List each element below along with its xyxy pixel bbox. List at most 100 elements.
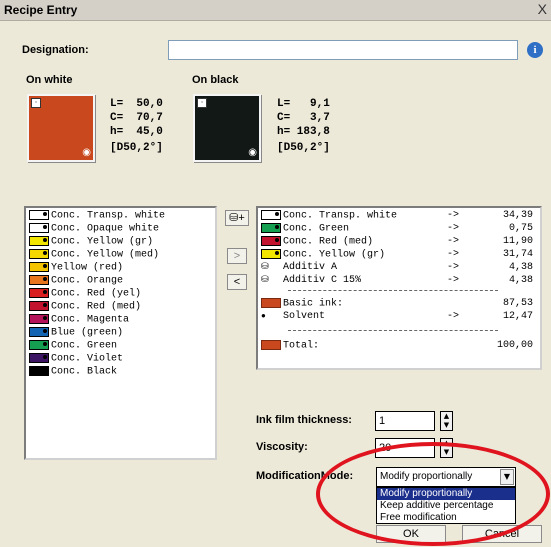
designation-input[interactable] <box>168 40 518 60</box>
color-chip-icon <box>261 340 281 350</box>
on-white-label: On white <box>26 74 73 86</box>
dot-icon <box>43 303 47 307</box>
list-item-label: Conc. Transp. white <box>51 210 166 222</box>
dot-icon <box>43 251 47 255</box>
list-item[interactable]: Blue (green) <box>29 327 123 340</box>
list-item[interactable]: Conc. Violet <box>29 353 123 366</box>
list-item[interactable]: Yellow (red) <box>29 262 123 275</box>
list-item[interactable]: Conc. Orange <box>29 275 123 288</box>
on-black-illuminant: [D50,2°] <box>277 142 330 154</box>
list-item[interactable]: Conc. Red (med) <box>29 301 141 314</box>
modification-mode-dropdown[interactable]: Modify proportionally Keep additive perce… <box>376 487 516 524</box>
component-value: 34,39 <box>502 210 533 221</box>
solvent-row[interactable]: ● Solvent -> 12,47 <box>261 311 539 324</box>
dot-icon <box>43 368 47 372</box>
color-chip-icon <box>261 298 281 308</box>
component-value: 4,38 <box>508 262 533 273</box>
list-item-label: Conc. Black <box>51 366 118 378</box>
close-icon[interactable]: X <box>538 1 547 17</box>
on-black-L: L= 9,1 <box>277 98 330 110</box>
arrow-label: -> <box>447 223 460 234</box>
plus-label: + <box>238 212 245 224</box>
recipe-components-list[interactable]: Conc. Transp. white -> 34,39 Conc. Green -> 0… <box>256 206 542 370</box>
dot-icon <box>43 355 47 359</box>
add-additive-button[interactable]: ⛁+ <box>225 210 249 226</box>
ink-film-label: Ink film thickness: <box>256 414 352 426</box>
can-icon: ⛁ <box>229 212 239 224</box>
ok-button[interactable]: OK <box>376 525 446 543</box>
recipe-item[interactable]: Conc. Transp. white -> 34,39 <box>261 210 539 223</box>
color-chip-icon <box>29 210 49 220</box>
dropdown-option[interactable]: Modify proportionally <box>377 488 515 500</box>
total-label: Total: <box>283 340 320 352</box>
color-chip-icon <box>29 301 49 311</box>
info-icon[interactable]: i <box>527 42 543 58</box>
color-chip-icon <box>29 366 49 376</box>
on-white-swatch: · ◉ <box>27 94 95 162</box>
arrow-label: -> <box>447 275 460 286</box>
color-chip-icon <box>29 275 49 285</box>
ink-film-input[interactable]: 1 <box>375 411 435 431</box>
list-item[interactable]: Conc. Magenta <box>29 314 129 327</box>
solvent-label: Solvent <box>283 311 326 322</box>
modification-mode-value: Modify proportionally <box>380 471 473 482</box>
component-value: 11,90 <box>502 236 533 247</box>
total-row: Total: 100,00 <box>261 340 539 353</box>
basic-ink-label: Basic ink: <box>283 298 344 310</box>
component-label: Conc. Transp. white <box>283 210 398 222</box>
component-value: 0,75 <box>508 223 533 234</box>
dot-icon <box>43 342 47 346</box>
solvent-value: 12,47 <box>502 311 533 322</box>
dropdown-option[interactable]: Keep additive percentage <box>377 500 515 512</box>
list-item[interactable]: Conc. Black <box>29 366 117 379</box>
window-title: Recipe Entry <box>4 3 78 17</box>
component-value: 31,74 <box>502 249 533 260</box>
list-item[interactable]: Conc. Green <box>29 340 117 353</box>
viscosity-label: Viscosity: <box>256 441 308 453</box>
viscosity-input[interactable]: 20 <box>375 438 435 458</box>
color-chip-icon <box>29 236 49 246</box>
chevron-down-icon[interactable]: ▼ <box>500 469 514 485</box>
recipe-item[interactable]: Conc. Green -> 0,75 <box>261 223 539 236</box>
color-chip-icon <box>261 249 281 259</box>
arrow-label: -> <box>447 249 460 260</box>
dot-icon <box>43 238 47 242</box>
available-components-list[interactable]: Conc. Transp. white Conc. Opaque white Con… <box>24 206 217 460</box>
list-item[interactable]: Conc. Red (yel) <box>29 288 141 301</box>
recipe-item[interactable]: Conc. Yellow (gr) -> 31,74 <box>261 249 539 262</box>
dot-icon <box>43 329 47 333</box>
list-item-label: Conc. Opaque white <box>51 223 160 235</box>
color-chip-icon <box>261 236 281 246</box>
list-item[interactable]: Conc. Yellow (gr) <box>29 236 153 249</box>
target-icon: · <box>197 98 207 108</box>
component-label: Additiv C 15% <box>283 275 362 286</box>
list-item[interactable]: Conc. Opaque white <box>29 223 159 236</box>
dropdown-option[interactable]: Free modification <box>377 512 515 524</box>
list-item-label: Conc. Violet <box>51 353 124 365</box>
on-black-C: C= 3,7 <box>277 112 330 124</box>
list-item-label: Conc. Yellow (gr) <box>51 236 154 248</box>
cancel-button[interactable]: Cancel <box>462 525 542 543</box>
recipe-item[interactable]: ⛁ Additiv C 15% -> 4,38 <box>261 275 539 288</box>
separator-line <box>288 290 498 291</box>
arrow-label: -> <box>447 210 460 221</box>
move-left-button[interactable]: < <box>227 274 247 290</box>
list-item[interactable]: Conc. Yellow (med) <box>29 249 159 262</box>
recipe-item[interactable]: ⛁ Additiv A -> 4,38 <box>261 262 539 275</box>
eye-icon: ◉ <box>82 147 91 158</box>
modification-mode-select[interactable]: Modify proportionally ▼ <box>376 467 516 487</box>
dot-icon <box>43 264 47 268</box>
list-item-label: Conc. Magenta <box>51 314 130 326</box>
arrow-label: -> <box>447 311 460 322</box>
on-black-swatch: · ◉ <box>193 94 261 162</box>
move-right-button[interactable]: > <box>227 248 247 264</box>
viscosity-stepper[interactable]: ▲ ▼ <box>440 438 453 458</box>
drop-icon: ● <box>261 312 266 321</box>
list-item[interactable]: Conc. Transp. white <box>29 210 165 223</box>
color-chip-icon <box>29 262 49 272</box>
ink-film-stepper[interactable]: ▲ ▼ <box>440 411 453 431</box>
title-bar: Recipe Entry X <box>0 0 551 21</box>
recipe-item[interactable]: Conc. Red (med) -> 11,90 <box>261 236 539 249</box>
on-white-L: L= 50,0 <box>110 98 163 110</box>
on-white-illuminant: [D50,2°] <box>110 142 163 154</box>
